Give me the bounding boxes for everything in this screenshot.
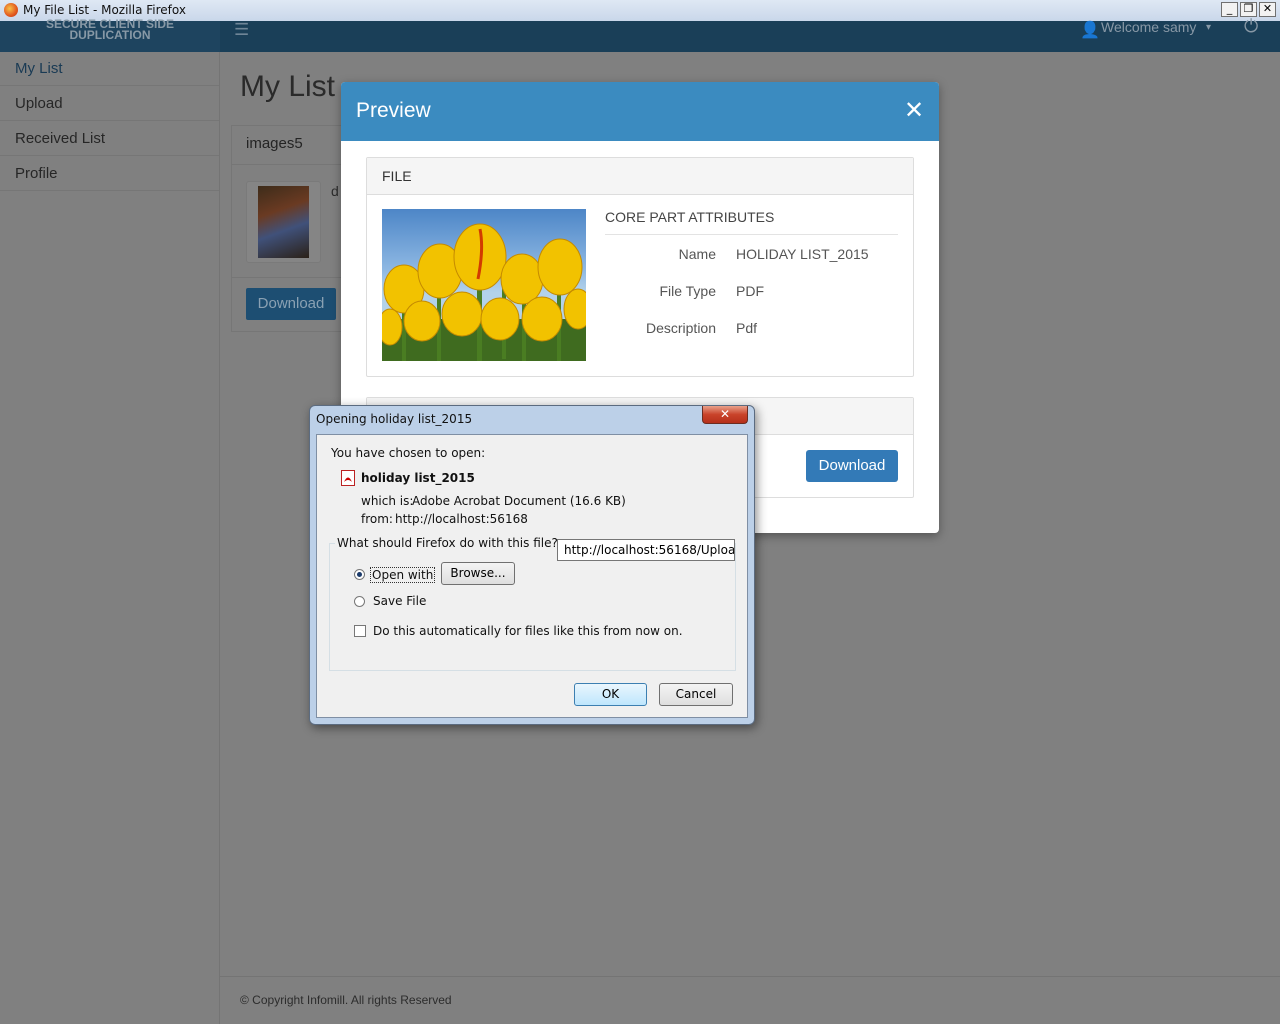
open-with-label[interactable]: Open with (370, 567, 436, 583)
minimize-button[interactable]: _ (1221, 2, 1238, 17)
footer-divider (220, 976, 1280, 977)
sidebar-item-received-list[interactable]: Received List (0, 122, 219, 156)
open-with-radio[interactable] (354, 569, 365, 580)
footer-copyright: © Copyright Infomill. All rights Reserve… (240, 993, 452, 1007)
file-type-value: Adobe Acrobat Document (16.6 KB) (412, 494, 626, 508)
dialog-body: You have chosen to open: holiday list_20… (316, 434, 748, 718)
window-title: My File List - Mozilla Firefox (23, 3, 186, 17)
from-label: from: (361, 512, 393, 526)
radio-selected-dot (357, 572, 362, 577)
auto-action-label[interactable]: Do this automatically for files like thi… (373, 624, 683, 638)
attr-name-value: HOLIDAY LIST_2015 (736, 246, 869, 262)
attr-file-type-label: File Type (659, 283, 716, 299)
modal-title: Preview (356, 99, 431, 122)
file-card-title: images5 (246, 135, 303, 152)
file-card-divider (232, 164, 342, 165)
file-panel: FILE CORE PART ATTRIBUTES Name HOLIDAY L… (366, 157, 914, 377)
attr-description-label: Description (645, 320, 716, 336)
modal-download-button[interactable]: Download (806, 450, 898, 482)
attr-name-label: Name (678, 246, 716, 262)
user-icon: 👤 (1080, 22, 1100, 39)
menu-toggle-icon[interactable]: ☰ (234, 20, 249, 40)
attr-file-type-value: PDF (736, 283, 764, 299)
card-download-button[interactable]: Download (246, 288, 336, 320)
file-card-divider-bottom (232, 277, 342, 278)
file-card-text: d (331, 183, 339, 199)
close-icon[interactable]: ✕ (904, 97, 924, 123)
attributes-divider (605, 234, 898, 235)
attr-description-value: Pdf (736, 320, 758, 336)
pdf-file-icon (341, 470, 355, 486)
sidebar-item-my-list[interactable]: My List (0, 52, 219, 86)
sidebar (0, 52, 220, 1024)
save-file-label[interactable]: Save File (373, 594, 426, 608)
logout-power-icon[interactable]: ⏻ (1244, 16, 1258, 37)
welcome-user-menu[interactable]: Welcome samy (1101, 19, 1196, 35)
sidebar-item-upload[interactable]: Upload (0, 87, 219, 121)
modal-header: Preview ✕ (341, 82, 939, 141)
file-panel-label: FILE (382, 168, 412, 184)
url-tooltip: http://localhost:56168/Upload/ (557, 539, 735, 561)
file-panel-header: FILE (367, 158, 913, 195)
dialog-file-name: holiday list_2015 (361, 471, 475, 485)
caret-down-icon[interactable]: ▾ (1206, 22, 1211, 33)
brand-logo[interactable]: SECURE CLIENT SIDE DUPLICATION (0, 18, 220, 52)
dialog-intro: You have chosen to open: (331, 446, 486, 460)
dialog-close-icon[interactable]: ✕ (702, 406, 748, 424)
sidebar-item-profile[interactable]: Profile (0, 157, 219, 191)
file-thumbnail-image[interactable] (258, 186, 309, 258)
restore-button[interactable]: ❐ (1240, 2, 1257, 17)
save-file-radio[interactable] (354, 596, 365, 607)
brand-line-2: DUPLICATION (69, 28, 151, 42)
dialog-title: Opening holiday list_2015 (316, 412, 473, 426)
cancel-button[interactable]: Cancel (659, 683, 733, 706)
from-value: http://localhost:56168 (395, 512, 528, 526)
ok-button[interactable]: OK (574, 683, 647, 706)
action-question: What should Firefox do with this file? (335, 536, 560, 550)
attributes-title: CORE PART ATTRIBUTES (605, 209, 775, 225)
firefox-icon (4, 3, 18, 17)
file-preview-image (382, 209, 586, 361)
auto-action-checkbox[interactable] (354, 625, 366, 637)
open-file-dialog: Opening holiday list_2015 ✕ You have cho… (309, 405, 755, 725)
browse-button[interactable]: Browse... (441, 562, 515, 585)
window-close-button[interactable]: ✕ (1259, 2, 1276, 17)
page-title: My List (240, 70, 336, 103)
which-is-label: which is: (361, 494, 414, 508)
